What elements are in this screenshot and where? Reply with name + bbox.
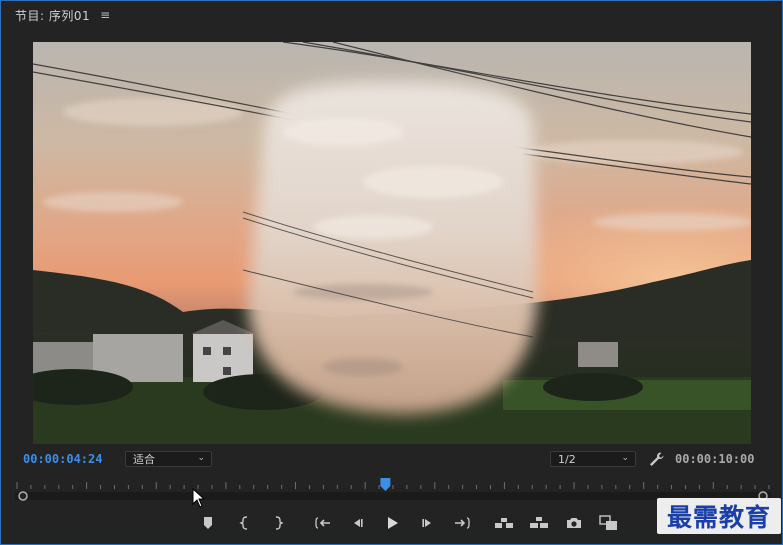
resolution-select-value: 1/2 [558, 452, 576, 466]
extract-icon [530, 517, 548, 528]
fit-select-value: 适合 [133, 453, 155, 466]
hamburger-menu-icon[interactable]: ≡ [100, 8, 110, 22]
mark-out-button[interactable] [267, 513, 289, 533]
go-to-out-button[interactable] [451, 513, 473, 533]
add-marker-button[interactable] [197, 513, 219, 533]
fit-select[interactable]: 适合 ⌄ [125, 451, 212, 467]
comparison-view-icon [599, 515, 617, 530]
go-to-in-button[interactable] [312, 513, 334, 533]
program-monitor-panel: 节目: 序列01 ≡ 00:00:04:24 适合 ⌄ 1/2 ⌄ 00:00:… [0, 0, 783, 545]
comparison-view-button[interactable] [598, 513, 620, 533]
chevron-down-icon: ⌄ [197, 453, 205, 463]
resolution-select[interactable]: 1/2 ⌄ [550, 451, 636, 467]
chevron-down-icon: ⌄ [621, 453, 629, 463]
mark-in-button[interactable] [234, 513, 256, 533]
mark-in-icon [239, 516, 248, 530]
step-forward-icon [422, 519, 431, 527]
viewer-controls-row: 00:00:04:24 适合 ⌄ 1/2 ⌄ 00:00:10:00 [1, 447, 782, 471]
lift-button[interactable] [493, 513, 515, 533]
panel-title[interactable]: 节目: 序列01 [15, 7, 90, 24]
step-back-icon [354, 519, 363, 527]
watermark-logo: 最需教育 [657, 498, 781, 534]
ruler-ticks [16, 482, 770, 489]
camera-icon [567, 518, 581, 528]
zoom-scrollbar-handle-left[interactable] [18, 491, 28, 501]
play-icon [388, 517, 398, 529]
mark-out-icon [275, 516, 284, 530]
extract-button[interactable] [528, 513, 550, 533]
lift-icon [495, 518, 513, 528]
wrench-icon[interactable] [647, 450, 665, 468]
program-viewer[interactable] [33, 42, 751, 444]
go-to-in-icon [315, 517, 330, 529]
go-to-out-icon [455, 517, 470, 529]
marker-icon [204, 517, 212, 529]
current-timecode[interactable]: 00:00:04:24 [23, 452, 102, 466]
duration-timecode: 00:00:10:00 [675, 452, 755, 466]
video-frame [33, 42, 751, 444]
playhead-marker[interactable] [380, 478, 391, 491]
export-frame-button[interactable] [563, 513, 585, 533]
step-forward-button[interactable] [417, 513, 439, 533]
play-button[interactable] [381, 513, 403, 533]
step-back-button[interactable] [346, 513, 368, 533]
panel-header: 节目: 序列01 ≡ [1, 1, 782, 29]
